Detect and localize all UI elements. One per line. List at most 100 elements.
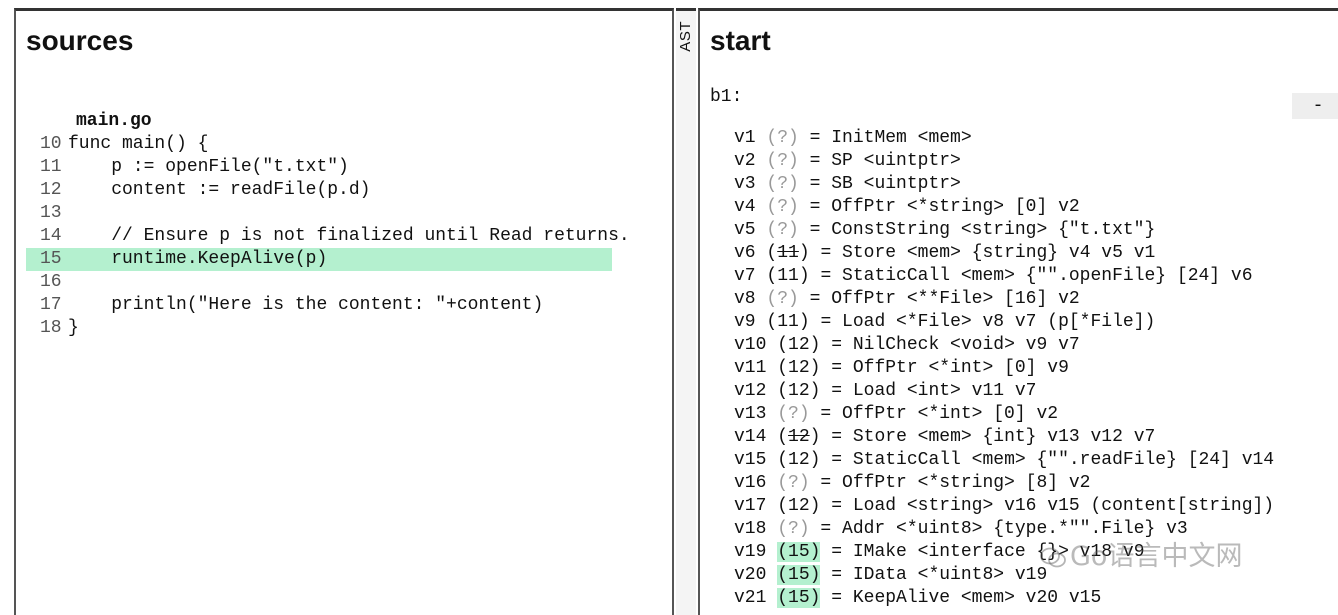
source-line[interactable]: 18}	[26, 317, 672, 340]
ssa-value-position[interactable]: (12)	[777, 450, 820, 470]
ssa-value-row[interactable]: v10 (12) = NilCheck <void> v9 v7	[734, 334, 1338, 357]
ssa-value-id[interactable]: v10	[734, 335, 766, 355]
ssa-value-id[interactable]: v13	[734, 404, 766, 424]
ssa-value-position[interactable]: (?)	[777, 519, 809, 539]
ssa-value-row[interactable]: v3 (?) = SB <uintptr>	[734, 173, 1338, 196]
ssa-value-row[interactable]: v19 (15) = IMake <interface {}> v18 v9	[734, 541, 1338, 564]
ssa-value-position[interactable]: (?)	[766, 220, 798, 240]
ssa-value-position[interactable]: (15)	[777, 588, 821, 608]
ssa-value-row[interactable]: v14 (12) = Store <mem> {int} v13 v12 v7	[734, 426, 1338, 449]
ssa-value-id[interactable]: v12	[734, 381, 766, 401]
ssa-value-row[interactable]: v7 (11) = StaticCall <mem> {"".openFile}…	[734, 265, 1338, 288]
ssa-value-id[interactable]: v6	[734, 243, 756, 263]
ssa-value-row[interactable]: v18 (?) = Addr <*uint8> {type.*"".File} …	[734, 518, 1338, 541]
ssa-value-position[interactable]: (?)	[777, 404, 809, 424]
source-line[interactable]: 10 func main() {	[26, 133, 672, 156]
ssa-value-row[interactable]: v12 (12) = Load <int> v11 v7	[734, 380, 1338, 403]
line-number: 17	[40, 295, 62, 315]
line-number: 16	[40, 272, 62, 292]
line-text: content := readFile(p.d)	[68, 180, 371, 200]
source-line[interactable]: 16	[26, 271, 672, 294]
source-line[interactable]: 11 p := openFile("t.txt")	[26, 156, 672, 179]
ssa-value-position[interactable]: (15)	[777, 542, 821, 562]
ssa-value-position[interactable]: (12)	[777, 427, 820, 447]
ssa-value-id[interactable]: v20	[734, 565, 766, 585]
line-text: runtime.KeepAlive(p)	[68, 249, 328, 269]
ssa-value-op: = SP <uintptr>	[798, 151, 961, 171]
ssa-value-op: = Store <mem> {string} v4 v5 v1	[809, 243, 1156, 263]
ssa-value-op: = StaticCall <mem> {"".openFile} [24] v6	[809, 266, 1253, 286]
sources-pane: sources main.go 10 func main() {11 p := o…	[14, 8, 674, 615]
source-line[interactable]: 13	[26, 202, 672, 225]
ssa-value-position[interactable]: (11)	[766, 266, 809, 286]
ssa-value-position[interactable]: (11)	[766, 312, 809, 332]
ssa-value-position[interactable]: (?)	[766, 128, 798, 148]
ssa-value-op: = OffPtr <*int> [0] v9	[820, 358, 1069, 378]
ssa-value-position[interactable]: (?)	[766, 174, 798, 194]
ssa-value-id[interactable]: v15	[734, 450, 766, 470]
ssa-value-position[interactable]: (15)	[777, 565, 821, 585]
ssa-value-row[interactable]: v6 (11) = Store <mem> {string} v4 v5 v1	[734, 242, 1338, 265]
ssa-value-row[interactable]: v9 (11) = Load <*File> v8 v7 (p[*File])	[734, 311, 1338, 334]
ssa-value-position[interactable]: (?)	[766, 197, 798, 217]
ssa-value-row[interactable]: v8 (?) = OffPtr <**File> [16] v2	[734, 288, 1338, 311]
ssa-value-op: = IData <*uint8> v19	[820, 565, 1048, 585]
source-line[interactable]: 17 println("Here is the content: "+conte…	[26, 294, 672, 317]
ssa-value-id[interactable]: v3	[734, 174, 756, 194]
ssa-value-row[interactable]: v5 (?) = ConstString <string> {"t.txt"}	[734, 219, 1338, 242]
ssa-value-position[interactable]: (?)	[766, 289, 798, 309]
ssa-value-id[interactable]: v17	[734, 496, 766, 516]
ssa-value-row[interactable]: v11 (12) = OffPtr <*int> [0] v9	[734, 357, 1338, 380]
ssa-value-id[interactable]: v21	[734, 588, 766, 608]
ssa-value-position[interactable]: (12)	[777, 358, 820, 378]
line-number: 15	[40, 249, 62, 269]
ssa-value-id[interactable]: v16	[734, 473, 766, 493]
line-text: // Ensure p is not finalized until Read …	[68, 226, 630, 246]
ast-tab[interactable]: AST	[676, 8, 696, 615]
ssa-value-position[interactable]: (12)	[777, 496, 820, 516]
line-number: 18	[40, 318, 62, 338]
ssa-value-op: = InitMem <mem>	[798, 128, 972, 148]
ssa-value-position[interactable]: (?)	[766, 151, 798, 171]
ssa-value-position[interactable]: (12)	[777, 381, 820, 401]
ssa-value-op: = NilCheck <void> v9 v7	[820, 335, 1080, 355]
ssa-value-row[interactable]: v13 (?) = OffPtr <*int> [0] v2	[734, 403, 1338, 426]
source-file-name: main.go	[76, 111, 152, 131]
ssa-value-id[interactable]: v8	[734, 289, 756, 309]
ssa-value-row[interactable]: v17 (12) = Load <string> v16 v15 (conten…	[734, 495, 1338, 518]
block-label[interactable]: b1:	[710, 87, 742, 107]
ssa-value-list: v1 (?) = InitMem <mem> v2 (?) = SP <uintp…	[734, 127, 1338, 610]
ssa-value-id[interactable]: v11	[734, 358, 766, 378]
ssa-value-op: = OffPtr <*int> [0] v2	[809, 404, 1059, 424]
ssa-value-row[interactable]: v2 (?) = SP <uintptr>	[734, 150, 1338, 173]
ssa-value-row[interactable]: v16 (?) = OffPtr <*string> [8] v2	[734, 472, 1338, 495]
ssa-value-position[interactable]: (11)	[766, 243, 809, 263]
ssa-value-row[interactable]: v15 (12) = StaticCall <mem> {"".readFile…	[734, 449, 1338, 472]
collapse-block-button[interactable]: -	[1292, 93, 1338, 119]
watermark: Go语言中文网	[1040, 534, 1242, 573]
line-number: 11	[40, 157, 62, 177]
source-line[interactable]: 15 runtime.KeepAlive(p)	[26, 248, 612, 271]
ssa-value-row[interactable]: v20 (15) = IData <*uint8> v19	[734, 564, 1338, 587]
ssa-value-id[interactable]: v4	[734, 197, 756, 217]
ssa-value-id[interactable]: v14	[734, 427, 766, 447]
ssa-value-row[interactable]: v21 (15) = KeepAlive <mem> v20 v15	[734, 587, 1338, 610]
ssa-value-position[interactable]: (12)	[777, 335, 820, 355]
ssa-value-id[interactable]: v1	[734, 128, 756, 148]
ssa-value-id[interactable]: v2	[734, 151, 756, 171]
ssa-value-row[interactable]: v4 (?) = OffPtr <*string> [0] v2	[734, 196, 1338, 219]
ssa-value-op: = OffPtr <*string> [0] v2	[798, 197, 1080, 217]
ssa-value-id[interactable]: v9	[734, 312, 756, 332]
ssa-value-row[interactable]: v1 (?) = InitMem <mem>	[734, 127, 1338, 150]
ssa-value-position[interactable]: (?)	[777, 473, 809, 493]
source-line[interactable]: 14 // Ensure p is not finalized until Re…	[26, 225, 672, 248]
ssa-value-op: = SB <uintptr>	[798, 174, 961, 194]
ssa-value-id[interactable]: v7	[734, 266, 756, 286]
source-line[interactable]: 12 content := readFile(p.d)	[26, 179, 672, 202]
wechat-icon	[1040, 547, 1066, 567]
line-number: 13	[40, 203, 62, 223]
ssa-value-id[interactable]: v19	[734, 542, 766, 562]
ssa-value-id[interactable]: v18	[734, 519, 766, 539]
ssa-value-id[interactable]: v5	[734, 220, 756, 240]
ssa-value-op: = Load <*File> v8 v7 (p[*File])	[809, 312, 1156, 332]
